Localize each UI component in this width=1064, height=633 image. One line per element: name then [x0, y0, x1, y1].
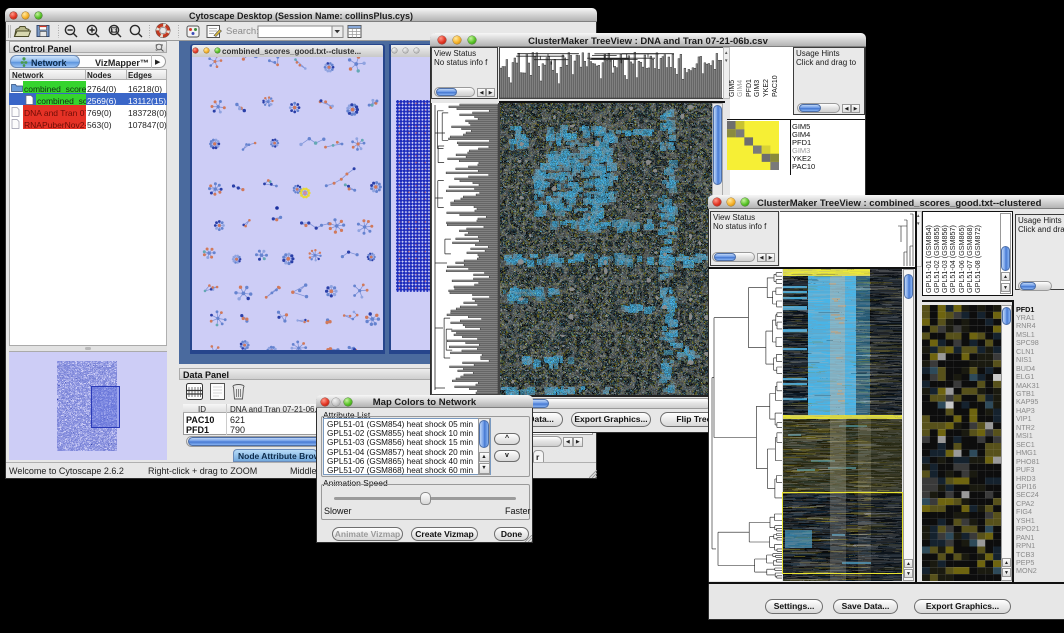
svg-text:1:1: 1:1 — [111, 28, 118, 33]
svg-text:Search:: Search: — [226, 26, 259, 37]
